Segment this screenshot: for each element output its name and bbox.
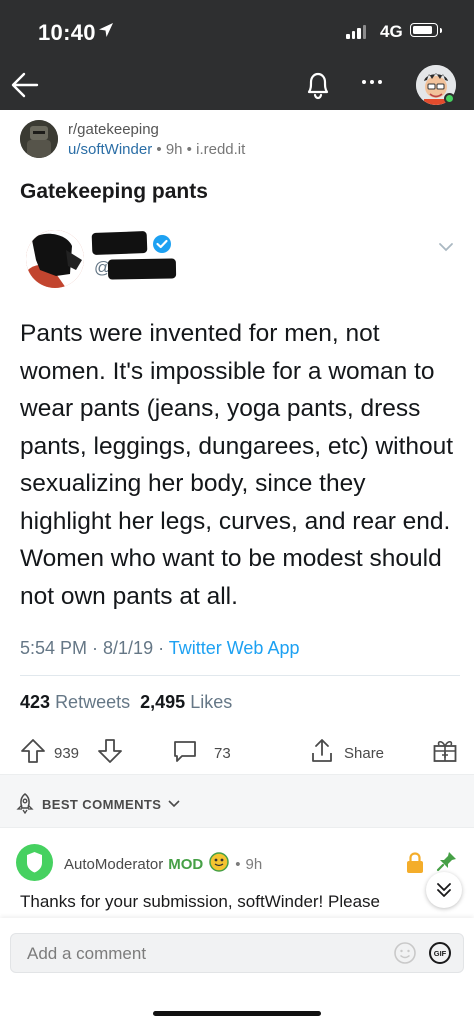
sort-dropdown[interactable]: BEST COMMENTS xyxy=(14,792,181,817)
post-header: r/gatekeeping u/softWinder • 9h • i.redd… xyxy=(0,110,474,170)
bell-icon[interactable] xyxy=(303,69,333,106)
status-time: 10:40 xyxy=(38,20,96,45)
collapse-comments-button[interactable] xyxy=(426,872,462,908)
location-arrow-icon xyxy=(97,21,115,44)
comment-age: 9h xyxy=(245,855,263,873)
comment-input-placeholder: Add a comment xyxy=(27,944,147,963)
rocket-icon xyxy=(14,792,36,817)
share-icon xyxy=(310,738,334,768)
divider xyxy=(20,675,460,676)
downvote-icon[interactable] xyxy=(97,738,123,768)
retweets-count: 423 xyxy=(20,692,51,712)
gif-button[interactable]: GIF xyxy=(429,942,451,964)
comment: AutoModerator MOD • 9h Thanks for your s… xyxy=(0,828,474,918)
upvote-group: 939 xyxy=(20,738,79,768)
app-bar xyxy=(0,60,474,110)
meta-separator: • xyxy=(156,141,162,158)
automoderator-avatar[interactable] xyxy=(16,844,53,881)
post-image[interactable]: @ Pants were invented for men, not women… xyxy=(0,220,474,728)
tweet-text: Pants were invented for men, not women. … xyxy=(20,320,454,610)
mod-shield-icon xyxy=(208,852,230,876)
signal-icon xyxy=(346,25,366,39)
mod-badge: MOD xyxy=(168,855,204,873)
online-indicator xyxy=(444,93,455,104)
post-domain[interactable]: i.redd.it xyxy=(196,141,245,158)
likes-count: 2,495 xyxy=(140,692,186,712)
share-label: Share xyxy=(344,744,385,762)
tweet-source: Twitter Web App xyxy=(168,638,300,658)
tweet-time-date: 5:54 PM · 8/1/19 · xyxy=(20,638,169,658)
upvote-icon[interactable] xyxy=(20,738,46,768)
comment-author-line: AutoModerator MOD • 9h xyxy=(64,852,262,876)
emoji-icon[interactable] xyxy=(393,941,417,970)
comment-input[interactable]: Add a comment GIF xyxy=(10,933,464,973)
chevron-down-icon xyxy=(167,797,181,812)
chevron-down-icon xyxy=(438,240,454,258)
post-meta: u/softWinder • 9h • i.redd.it xyxy=(68,141,245,158)
double-chevron-down-icon xyxy=(437,883,451,897)
verified-badge-icon xyxy=(152,234,172,259)
retweets-label: Retweets xyxy=(55,692,131,712)
comment-author[interactable]: AutoModerator xyxy=(64,856,163,873)
post-author[interactable]: u/softWinder xyxy=(68,141,152,158)
comment-sort-bar: BEST COMMENTS xyxy=(0,774,474,828)
sort-label: BEST COMMENTS xyxy=(42,797,162,812)
redacted-display-name xyxy=(91,231,148,255)
tweet-timestamp: 5:54 PM · 8/1/19 · Twitter Web App xyxy=(20,638,299,659)
back-arrow-icon[interactable] xyxy=(10,71,40,104)
comments-button[interactable]: 73 xyxy=(172,738,231,768)
comments-count: 73 xyxy=(214,744,231,762)
tweet-stats: 423 Retweets 2,495 Likes xyxy=(20,692,232,713)
network-type: 4G xyxy=(380,22,403,41)
battery-icon xyxy=(410,23,442,37)
award-button[interactable] xyxy=(432,738,458,768)
more-options-icon[interactable] xyxy=(362,80,382,84)
gift-icon xyxy=(432,738,458,768)
post-title[interactable]: Gatekeeping pants xyxy=(20,180,208,204)
post-age: 9h xyxy=(165,141,183,158)
home-indicator xyxy=(153,1011,321,1016)
lock-icon xyxy=(405,852,425,879)
likes-label: Likes xyxy=(190,692,233,712)
comment-bubble-icon xyxy=(172,738,198,768)
vote-score: 939 xyxy=(54,744,80,762)
comment-separator: • xyxy=(235,855,241,873)
comment-composer: Add a comment GIF xyxy=(0,918,474,1025)
downvote-group xyxy=(97,738,123,768)
subreddit-avatar[interactable] xyxy=(20,120,58,158)
post-action-bar: 939 73 Share xyxy=(0,728,474,774)
redacted-handle xyxy=(107,258,177,280)
status-bar: 10:40 4G xyxy=(0,0,474,60)
share-button[interactable]: Share xyxy=(310,738,384,768)
subreddit-name[interactable]: r/gatekeeping xyxy=(68,121,159,138)
comment-body: Thanks for your submission, softWinder! … xyxy=(20,892,380,911)
meta-separator: • xyxy=(186,141,192,158)
tweet-author-avatar xyxy=(26,230,84,288)
